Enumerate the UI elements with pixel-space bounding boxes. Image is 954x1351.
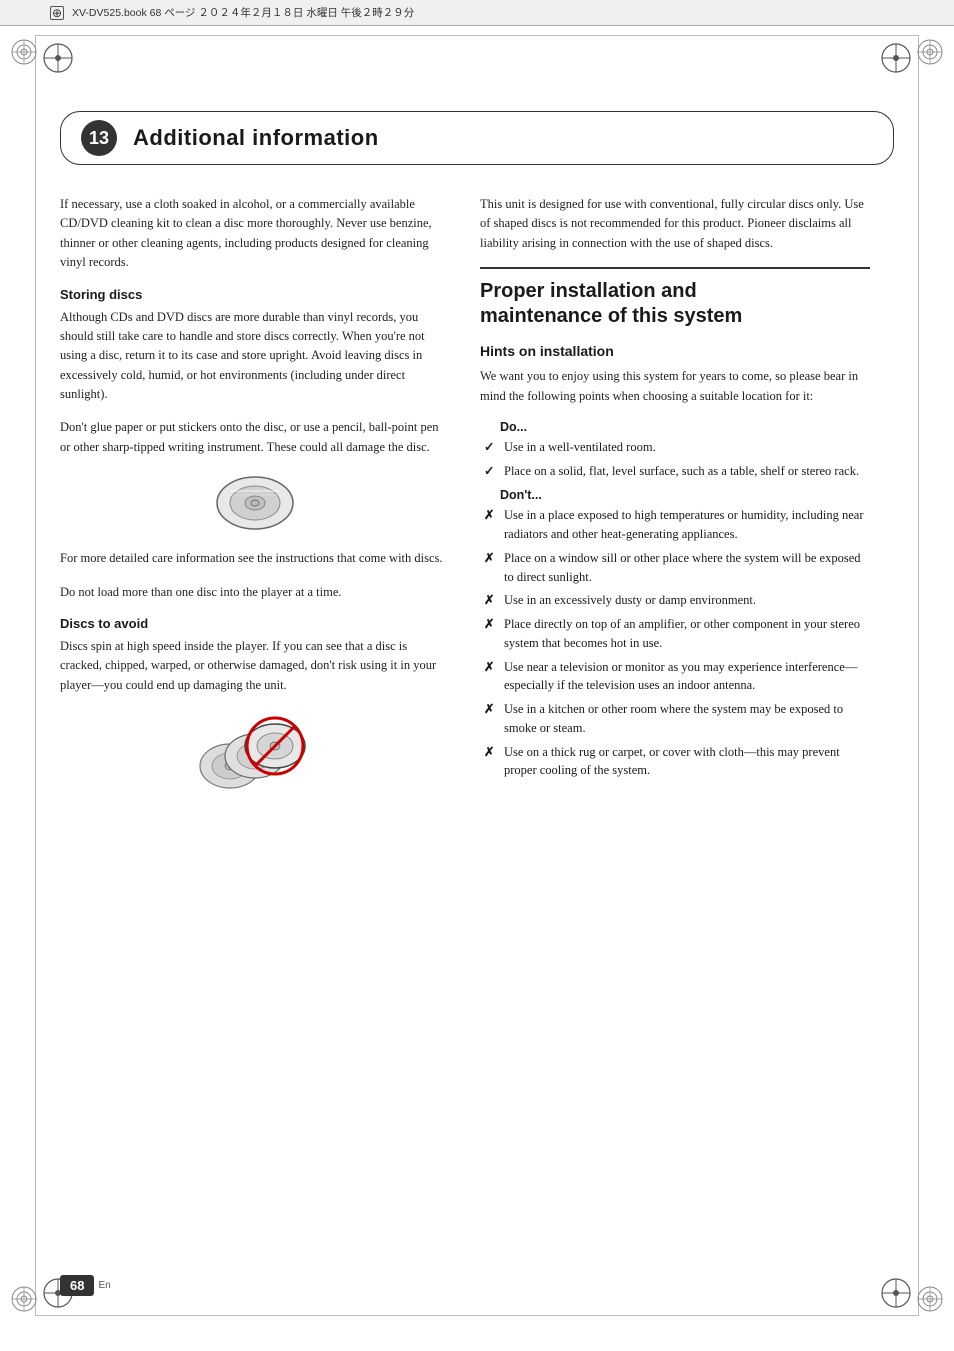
disc-stacked-illustration [60, 711, 450, 801]
shaped-disc-para: This unit is designed for use with conve… [480, 195, 870, 253]
reg-mark-br [878, 1275, 914, 1311]
intro-para: If necessary, use a cloth soaked in alco… [60, 195, 450, 273]
dont-item-2: Place on a window sill or other place wh… [504, 551, 861, 584]
do-list: ✓ Use in a well-ventilated room. ✓ Place… [480, 438, 870, 481]
chapter-number: 13 [81, 120, 117, 156]
x-icon: ✗ [484, 658, 494, 677]
chapter-title: Additional information [133, 125, 379, 151]
do-label: Do... [480, 420, 870, 434]
discs-to-avoid-para: Discs spin at high speed inside the play… [60, 637, 450, 695]
storing-discs-heading: Storing discs [60, 287, 450, 302]
corner-decoration-br [916, 1285, 944, 1313]
proper-installation-section: Proper installation andmaintenance of th… [480, 267, 870, 780]
page: ⊕ XV-DV525.book 68 ページ ２０２４年２月１８日 水曜日 午後… [0, 0, 954, 1351]
list-item: ✗ Use in a place exposed to high tempera… [480, 506, 870, 544]
list-item: ✓ Use in a well-ventilated room. [480, 438, 870, 457]
reg-mark-tl [40, 40, 76, 76]
x-icon: ✗ [484, 743, 494, 762]
discs-to-avoid-section: Discs to avoid Discs spin at high speed … [60, 616, 450, 695]
dont-item-5: Use near a television or monitor as you … [504, 660, 857, 693]
hints-on-installation-heading: Hints on installation [480, 343, 870, 359]
dont-list: ✗ Use in a place exposed to high tempera… [480, 506, 870, 780]
discs-to-avoid-heading: Discs to avoid [60, 616, 450, 631]
list-item: ✗ Place on a window sill or other place … [480, 549, 870, 587]
hints-intro-para: We want you to enjoy using this system f… [480, 367, 870, 406]
right-column: This unit is designed for use with conve… [480, 195, 870, 817]
do-item-1: Use in a well-ventilated room. [504, 440, 656, 454]
list-item: ✗ Use on a thick rug or carpet, or cover… [480, 743, 870, 781]
disc-cleaning-illustration [60, 473, 450, 533]
storing-discs-para1: Although CDs and DVD discs are more dura… [60, 308, 450, 405]
page-footer: 68 En [60, 1275, 111, 1296]
do-item-2: Place on a solid, flat, level surface, s… [504, 464, 859, 478]
list-item: ✗ Use in a kitchen or other room where t… [480, 700, 870, 738]
dont-label: Don't... [480, 488, 870, 502]
corner-decoration-tl [10, 38, 38, 66]
reg-mark-tr [878, 40, 914, 76]
corner-decoration-tr [916, 38, 944, 66]
metadata-bar: ⊕ XV-DV525.book 68 ページ ２０２４年２月１８日 水曜日 午後… [0, 0, 954, 26]
list-item: ✗ Use in an excessively dusty or damp en… [480, 591, 870, 610]
page-number: 68 [60, 1275, 94, 1296]
left-column: If necessary, use a cloth soaked in alco… [60, 195, 450, 817]
check-icon: ✓ [484, 462, 494, 481]
page-lang: En [98, 1280, 110, 1291]
plus-icon: ⊕ [50, 6, 64, 20]
x-icon: ✗ [484, 506, 494, 525]
dont-item-7: Use on a thick rug or carpet, or cover w… [504, 745, 840, 778]
list-item: ✓ Place on a solid, flat, level surface,… [480, 462, 870, 481]
chapter-header: 13 Additional information [60, 111, 894, 165]
x-icon: ✗ [484, 615, 494, 634]
list-item: ✗ Place directly on top of an amplifier,… [480, 615, 870, 653]
meta-text: XV-DV525.book 68 ページ ２０２４年２月１８日 水曜日 午後２時… [72, 5, 414, 20]
storing-discs-section: Storing discs Although CDs and DVD discs… [60, 287, 450, 458]
x-icon: ✗ [484, 700, 494, 719]
corner-decoration-bl [10, 1285, 38, 1313]
storing-discs-para2: Don't glue paper or put stickers onto th… [60, 418, 450, 457]
list-item: ✗ Use near a television or monitor as yo… [480, 658, 870, 696]
content-area: If necessary, use a cloth soaked in alco… [60, 195, 894, 817]
dont-item-6: Use in a kitchen or other room where the… [504, 702, 843, 735]
check-icon: ✓ [484, 438, 494, 457]
load-info-para: Do not load more than one disc into the … [60, 583, 450, 602]
proper-installation-heading: Proper installation andmaintenance of th… [480, 267, 870, 329]
dont-item-1: Use in a place exposed to high temperatu… [504, 508, 864, 541]
x-icon: ✗ [484, 549, 494, 568]
x-icon: ✗ [484, 591, 494, 610]
care-info-para: For more detailed care information see t… [60, 549, 450, 568]
dont-item-4: Place directly on top of an amplifier, o… [504, 617, 860, 650]
dont-item-3: Use in an excessively dusty or damp envi… [504, 593, 756, 607]
